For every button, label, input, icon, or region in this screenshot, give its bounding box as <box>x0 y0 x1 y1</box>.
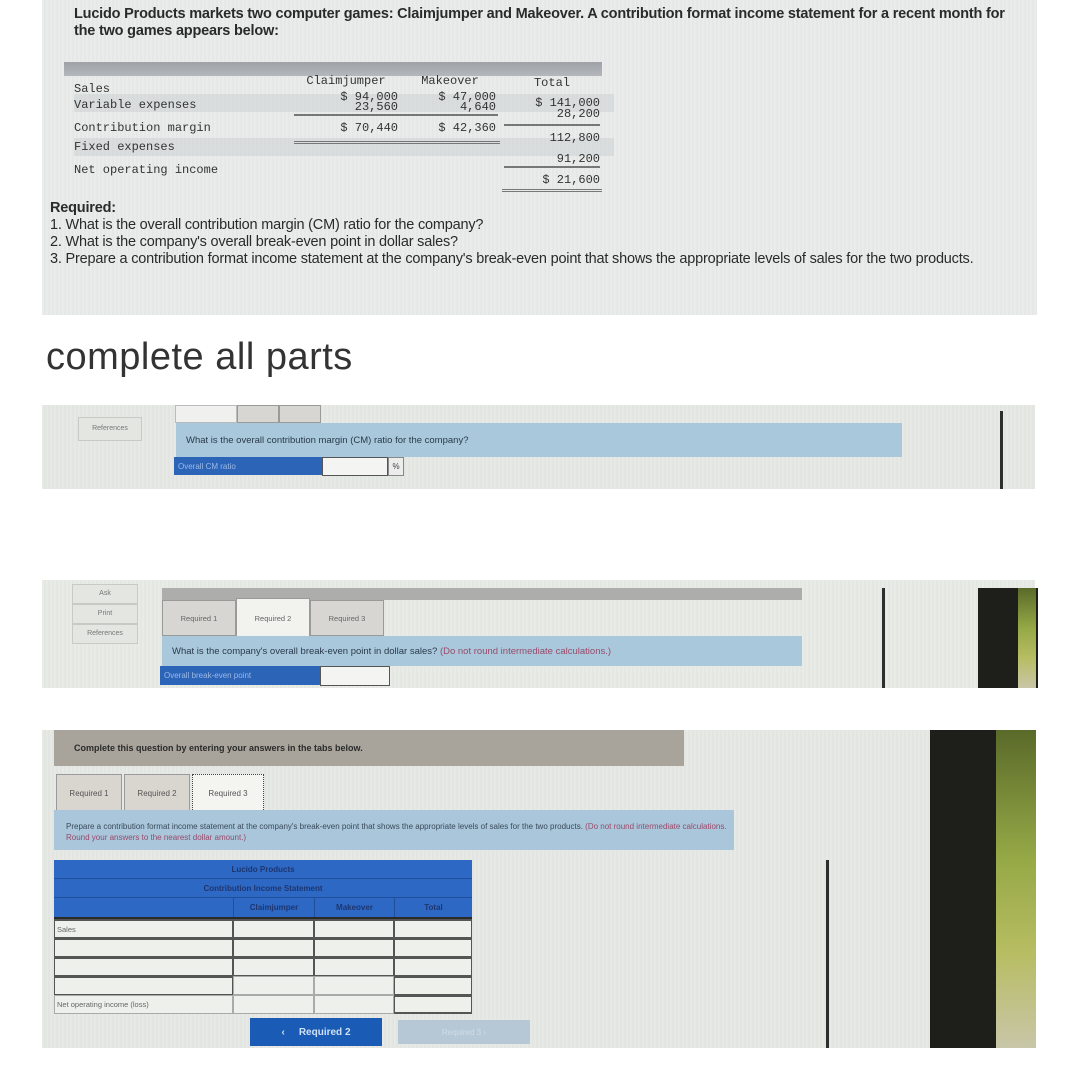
row-label: Fixed expenses <box>74 140 175 154</box>
row-label-input[interactable] <box>54 976 233 995</box>
makeover-input[interactable] <box>314 938 394 957</box>
cell: $ 42,360 <box>438 121 496 135</box>
empty-cell <box>233 976 314 995</box>
caption-text: complete all parts <box>46 336 353 378</box>
question-note: (Do not round intermediate calculations.… <box>439 645 612 657</box>
row-label: Variable expenses <box>74 98 197 112</box>
row-label: Net operating income <box>74 163 219 177</box>
tab-required-3[interactable] <box>279 405 321 423</box>
question-text: Prepare a contribution format income sta… <box>66 822 583 831</box>
required-3-photo: Complete this question by entering your … <box>42 730 1036 1048</box>
claimjumper-input[interactable] <box>233 938 314 957</box>
empty-cell <box>314 976 394 995</box>
question-bar: What is the overall contribution margin … <box>176 423 902 457</box>
overall-cm-ratio-label: Overall CM ratio <box>174 457 322 475</box>
references-button[interactable]: References <box>72 624 138 644</box>
table-row <box>54 957 472 976</box>
overall-cm-ratio-input[interactable] <box>322 457 388 476</box>
tab-required-3[interactable]: Required 3 <box>310 600 384 636</box>
statement-row: Contribution margin $ 70,440 $ 42,360 11… <box>74 121 604 145</box>
table-row <box>54 976 472 995</box>
col-makeover: Makeover <box>314 898 394 917</box>
claimjumper-input[interactable] <box>233 919 314 938</box>
tab-required-1[interactable] <box>175 405 237 423</box>
percent-sign: % <box>388 457 404 476</box>
cell: 4,640 <box>459 100 496 114</box>
required-heading: Required: <box>50 200 116 216</box>
question-bar: What is the company's overall break-even… <box>162 636 802 666</box>
row-label-input[interactable] <box>54 938 233 957</box>
required-1-photo: References What is the overall contribut… <box>42 405 1035 489</box>
cell: 23,560 <box>354 100 398 114</box>
required-section: Required: 1. What is the overall contrib… <box>50 200 1035 268</box>
col-total: Total <box>394 898 472 917</box>
table-row: Net operating income (loss) <box>54 995 472 1014</box>
question-bar: Prepare a contribution format income sta… <box>54 810 734 850</box>
background-wallpaper <box>1018 588 1036 688</box>
chevron-right-icon: › <box>483 1027 487 1037</box>
tab-required-1[interactable]: Required 1 <box>162 600 236 636</box>
tab-required-2[interactable] <box>237 405 279 423</box>
tab-required-1[interactable]: Required 1 <box>56 774 122 812</box>
col-label <box>54 898 233 917</box>
statement-row: Sales $ 94,000 $ 47,000 $ 141,000 <box>74 80 604 110</box>
claimjumper-input[interactable] <box>233 957 314 976</box>
question-text: What is the company's overall break-even… <box>172 645 438 657</box>
monitor-edge <box>1000 411 1003 489</box>
underline <box>294 114 498 116</box>
overall-break-even-label: Overall break-even point <box>160 666 320 685</box>
table-title: Lucido Products <box>54 860 472 879</box>
instruction-bar: Complete this question by entering your … <box>54 730 684 766</box>
required-2-photo: Ask Print References Required 1 Required… <box>42 580 1038 688</box>
prev-button-label: Required 2 <box>298 1026 351 1038</box>
double-underline <box>502 189 602 192</box>
row-label-input[interactable]: Sales <box>54 919 233 938</box>
total-input[interactable] <box>394 938 472 957</box>
cell: $ 70,440 <box>340 121 398 135</box>
income-statement-form: Lucido Products Contribution Income Stat… <box>54 860 472 1014</box>
overall-break-even-input[interactable] <box>320 666 390 686</box>
required-item: 2. What is the company's overall break-e… <box>50 234 458 250</box>
net-income-total-input[interactable] <box>394 995 472 1014</box>
chevron-left-icon: ‹ <box>281 1026 285 1038</box>
table-row: Sales <box>54 919 472 938</box>
next-button-label: Required 3 <box>441 1027 482 1037</box>
empty-cell <box>314 995 394 1014</box>
makeover-input[interactable] <box>314 957 394 976</box>
monitor-edge <box>882 588 885 688</box>
statement-row: Net operating income $ 21,600 <box>74 163 604 187</box>
problem-intro: Lucido Products markets two computer gam… <box>74 6 1005 39</box>
row-label: Sales <box>74 82 111 96</box>
row-label: Net operating income (loss) <box>54 995 233 1014</box>
tab-required-3[interactable]: Required 3 <box>192 774 264 812</box>
tab-required-2[interactable]: Required 2 <box>124 774 190 812</box>
cell: $ 21,600 <box>542 173 600 187</box>
statement-row: Fixed expenses 91,200 <box>74 140 604 166</box>
cell: 28,200 <box>556 107 600 121</box>
next-required-3-button[interactable]: Required 3 › <box>398 1020 530 1044</box>
col-claimjumper: Claimjumper <box>233 898 314 917</box>
prev-required-2-button[interactable]: ‹ Required 2 <box>250 1018 382 1046</box>
background-wallpaper <box>996 730 1036 1048</box>
tab-required-2[interactable]: Required 2 <box>236 598 310 638</box>
monitor-bezel <box>930 730 996 1048</box>
table-row <box>54 938 472 957</box>
row-label: Contribution margin <box>74 121 211 135</box>
references-button[interactable]: References <box>78 417 142 441</box>
monitor-edge <box>826 860 829 1048</box>
total-input[interactable] <box>394 919 472 938</box>
problem-photo: Lucido Products markets two computer gam… <box>42 0 1037 315</box>
empty-cell <box>233 995 314 1014</box>
row-label-input[interactable] <box>54 957 233 976</box>
ask-button[interactable]: Ask <box>72 584 138 604</box>
table-column-headers: Claimjumper Makeover Total <box>54 898 472 919</box>
required-item: 1. What is the overall contribution marg… <box>50 217 484 233</box>
print-button[interactable]: Print <box>72 604 138 624</box>
makeover-input[interactable] <box>314 919 394 938</box>
total-input[interactable] <box>394 957 472 976</box>
total-input[interactable] <box>394 976 472 995</box>
table-subtitle: Contribution Income Statement <box>54 879 472 898</box>
required-item: 3. Prepare a contribution format income … <box>50 251 974 267</box>
